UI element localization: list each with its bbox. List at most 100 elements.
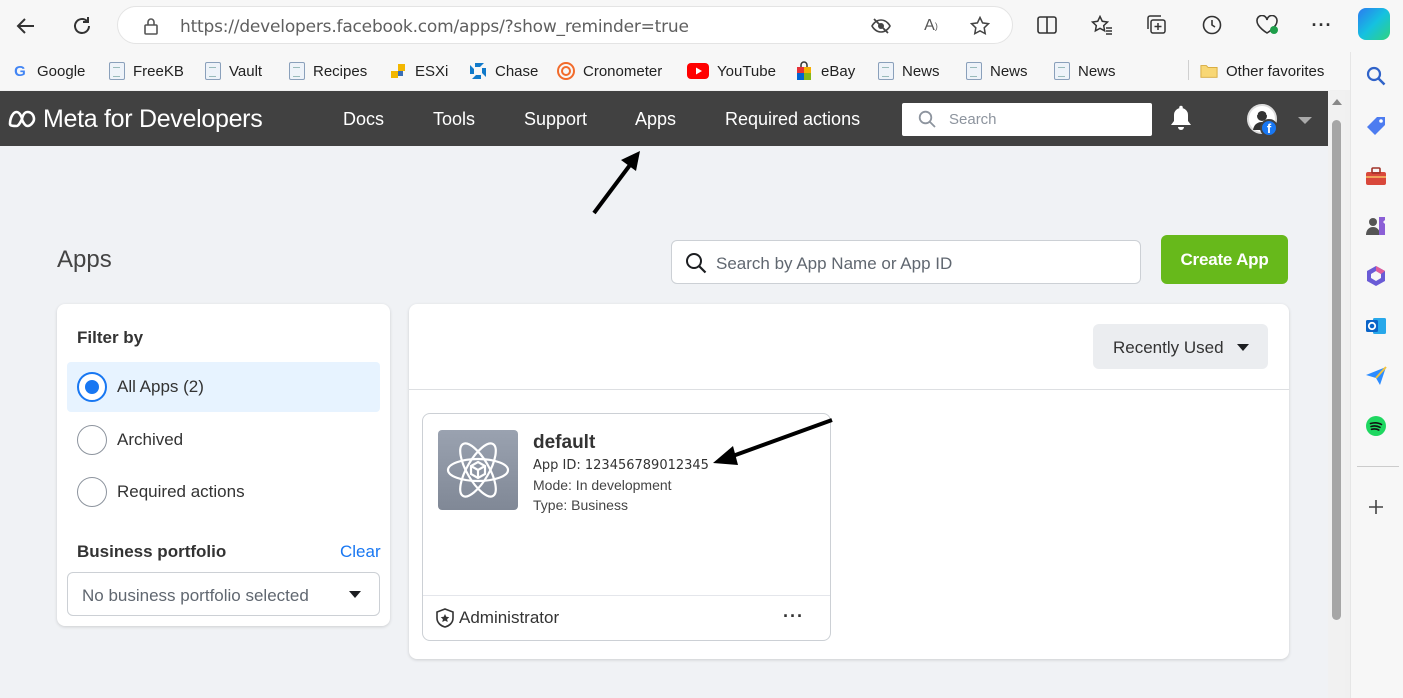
app-id: App ID: 123456789012345: [533, 458, 709, 473]
sort-dropdown[interactable]: Recently Used: [1093, 324, 1268, 369]
favorite-star-icon[interactable]: [969, 15, 991, 37]
spotify-icon[interactable]: [1364, 414, 1388, 438]
page-icon: [109, 62, 125, 80]
search-icon: [686, 253, 707, 274]
main-content: Apps Search by App Name or App ID Create…: [0, 146, 1328, 698]
nav-apps[interactable]: Apps: [635, 109, 676, 130]
split-screen-icon[interactable]: [1033, 11, 1061, 39]
microsoft-365-icon[interactable]: [1364, 264, 1388, 288]
favorite-news-3[interactable]: News: [1054, 60, 1116, 82]
nav-docs[interactable]: Docs: [343, 109, 384, 130]
favorite-vault[interactable]: Vault: [205, 60, 262, 82]
clear-link[interactable]: Clear: [340, 542, 381, 562]
filter-option-label: Archived: [117, 430, 184, 449]
business-portfolio-select[interactable]: No business portfolio selected: [67, 572, 380, 616]
cronometer-icon: [557, 62, 575, 80]
filter-option-all-apps[interactable]: All Apps (2): [67, 362, 380, 412]
favorite-esxi[interactable]: ESXi: [389, 60, 448, 82]
facebook-badge-icon: f: [1260, 119, 1278, 137]
favorite-youtube[interactable]: YouTube: [687, 60, 776, 82]
page-icon: [966, 62, 982, 80]
collections-icon[interactable]: [1143, 11, 1171, 39]
shield-star-icon: [436, 608, 454, 628]
favorite-freekb[interactable]: FreeKB: [109, 60, 184, 82]
ebay-icon: [795, 61, 813, 80]
youtube-icon: [687, 62, 709, 80]
favorite-news-2[interactable]: News: [966, 60, 1028, 82]
nav-required-actions[interactable]: Required actions: [725, 109, 860, 130]
scroll-up-arrow-icon[interactable]: [1332, 99, 1342, 105]
favorites-bar: G Google FreeKB Vault Recipes ESXi Chase: [0, 52, 1350, 90]
favorite-recipes[interactable]: Recipes: [289, 60, 367, 82]
create-app-button[interactable]: Create App: [1161, 235, 1288, 284]
favorites-divider: [1188, 60, 1189, 80]
card-divider: [423, 595, 830, 596]
app-card[interactable]: default App ID: 123456789012345 Mode: In…: [422, 413, 831, 641]
search-icon: [918, 110, 936, 128]
scroll-thumb[interactable]: [1332, 120, 1341, 620]
folder-icon: [1200, 62, 1218, 80]
tracking-prevention-icon[interactable]: [870, 15, 892, 37]
tools-briefcase-icon[interactable]: [1364, 164, 1388, 188]
filter-option-label: Required actions: [117, 482, 245, 501]
account-dropdown-caret-icon[interactable]: [1298, 117, 1312, 124]
radio-unselected[interactable]: [77, 425, 107, 455]
app-type: Type: Business: [533, 497, 628, 513]
radio-selected[interactable]: [77, 372, 107, 402]
app-role: Administrator: [435, 608, 559, 628]
google-icon: G: [14, 62, 26, 80]
chase-icon: [469, 62, 487, 80]
page-title: Apps: [57, 246, 112, 273]
more-options-icon[interactable]: ···: [1308, 11, 1336, 39]
lock-icon[interactable]: [140, 15, 162, 37]
history-icon[interactable]: [1198, 11, 1226, 39]
copilot-icon[interactable]: [1358, 8, 1390, 40]
url-text[interactable]: https://developers.facebook.com/apps/?sh…: [180, 17, 689, 37]
favorites-icon[interactable]: [1088, 11, 1116, 39]
send-icon[interactable]: [1364, 364, 1388, 388]
esxi-icon: [389, 62, 407, 80]
refresh-icon[interactable]: [65, 9, 99, 43]
meta-infinity-icon: [8, 110, 36, 128]
page-icon: [878, 62, 894, 80]
filter-option-archived[interactable]: Archived: [67, 415, 380, 465]
apps-panel: Recently Used default App ID: 1234567890…: [409, 304, 1289, 659]
search-icon[interactable]: [1364, 64, 1388, 88]
meta-top-nav: Meta for Developers Docs Tools Support A…: [0, 91, 1328, 146]
nav-search-placeholder: Search: [949, 111, 997, 128]
filter-option-required-actions[interactable]: Required actions: [67, 467, 380, 517]
address-bar[interactable]: https://developers.facebook.com/apps/?sh…: [117, 6, 1013, 44]
favorite-ebay[interactable]: eBay: [795, 60, 855, 82]
nav-search-box[interactable]: Search: [902, 103, 1152, 136]
outlook-icon[interactable]: [1364, 314, 1388, 338]
business-portfolio-title: Business portfolio: [77, 542, 227, 561]
more-options-icon[interactable]: ···: [783, 606, 804, 627]
meta-logo[interactable]: Meta for Developers: [7, 105, 263, 133]
games-icon[interactable]: [1364, 214, 1388, 238]
chevron-down-icon: [1237, 344, 1249, 351]
back-arrow-icon[interactable]: [9, 9, 43, 43]
other-favorites[interactable]: Other favorites: [1200, 60, 1324, 82]
nav-tools[interactable]: Tools: [433, 109, 475, 130]
browser-essentials-icon[interactable]: [1253, 11, 1281, 39]
app-search-input[interactable]: Search by App Name or App ID: [671, 240, 1141, 284]
favorite-google[interactable]: G Google: [11, 60, 85, 82]
favorite-news-1[interactable]: News: [878, 60, 940, 82]
notifications-bell-icon[interactable]: [1168, 105, 1194, 133]
app-icon[interactable]: [438, 430, 518, 510]
read-aloud-icon[interactable]: A): [920, 15, 942, 37]
nav-support[interactable]: Support: [524, 109, 587, 130]
atom-cube-icon: [446, 442, 510, 498]
panel-divider: [409, 389, 1289, 390]
browser-chrome: https://developers.facebook.com/apps/?sh…: [0, 0, 1403, 90]
radio-unselected[interactable]: [77, 477, 107, 507]
add-icon[interactable]: [1364, 495, 1388, 519]
app-role-label: Administrator: [459, 608, 560, 627]
shopping-tag-icon[interactable]: [1364, 114, 1388, 138]
app-name[interactable]: default: [533, 432, 595, 454]
filter-option-label: All Apps (2): [117, 377, 204, 396]
page-scrollbar[interactable]: [1328, 91, 1345, 698]
page-icon: [1054, 62, 1070, 80]
favorite-chase[interactable]: Chase: [469, 60, 538, 82]
favorite-cronometer[interactable]: Cronometer: [557, 60, 662, 82]
